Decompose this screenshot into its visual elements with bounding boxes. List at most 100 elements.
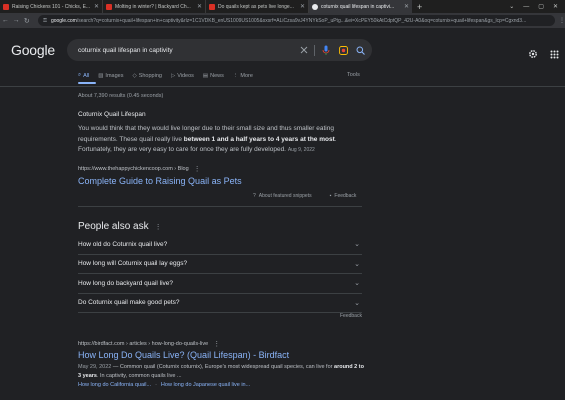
sitelink[interactable]: How long do Japanese quail live in... <box>161 382 250 388</box>
header-actions <box>528 46 559 64</box>
chevron-down-icon: ⌄ <box>354 260 360 268</box>
tab-more[interactable]: ⋮ More <box>233 73 253 79</box>
search-icon[interactable] <box>354 44 366 56</box>
featured-snippet-title: Coturnix Quail Lifespan <box>78 111 146 118</box>
more-vert-icon: ⋮ <box>232 72 239 79</box>
snippet-text: . In captivity, common quails live ... <box>96 373 182 379</box>
extensions-icon[interactable]: ⋮ <box>559 17 565 24</box>
google-favicon-icon <box>312 3 318 10</box>
paa-question[interactable]: Do Coturnix quail make good pets? ⌄ <box>78 294 362 313</box>
chevron-down-icon: ⌄ <box>354 280 360 288</box>
google-header: Google coturnix quail lifespan in captiv… <box>0 28 565 74</box>
lock-icon: ⚿ <box>43 17 47 24</box>
feedback-label: Feedback <box>334 193 357 199</box>
tab-label: News <box>210 72 224 79</box>
help-icon: ? <box>253 193 256 199</box>
feedback-icon: ▪ <box>329 193 332 199</box>
tab-label: More <box>240 72 253 79</box>
chevron-down-icon: ⌄ <box>354 241 360 249</box>
minimize-icon[interactable]: — <box>523 4 529 10</box>
browser-tab[interactable]: Raising Chickens 101 - Chicks, E... ✕ <box>0 0 103 13</box>
tab-all[interactable]: ⌕ All <box>78 72 89 79</box>
active-tab-indicator <box>78 82 96 84</box>
sitelink-separator: · <box>155 382 157 388</box>
snippet-footer: ? About featured snippets ▪ Feedback <box>253 193 356 199</box>
url-text: https://www.thehappychickencoop.com › Bl… <box>78 166 189 172</box>
tag-icon: ◇ <box>132 72 137 79</box>
browser-tab-active[interactable]: coturnix quail lifespan in captivi... ✕ <box>309 0 412 13</box>
about-label: About featured snippets <box>258 193 312 199</box>
window-close-icon[interactable]: ✕ <box>553 3 558 10</box>
people-also-ask-list: How old do Coturnix quail live? ⌄ How lo… <box>78 235 362 313</box>
tab-videos[interactable]: ▷ Videos <box>171 73 194 79</box>
paa-question-text: How old do Coturnix quail live? <box>78 240 168 248</box>
favicon-icon <box>209 3 215 10</box>
paa-question-text: How long do backyard quail live? <box>78 279 174 287</box>
url-path: /search?q=coturnix+quail+lifespan+in+cap… <box>76 17 527 24</box>
tools-button[interactable]: Tools <box>347 72 360 78</box>
result-snippet: May 29, 2022 — Common quail (Coturnix co… <box>78 363 368 381</box>
paa-question[interactable]: How long will Coturnix quail lay eggs? ⌄ <box>78 255 362 274</box>
more-options-icon[interactable]: ⋮ <box>194 165 201 173</box>
sitelink[interactable]: How long do California quail... <box>78 382 151 388</box>
browser-tab[interactable]: Do quails kept as pets live longe... ✕ <box>206 0 309 13</box>
tab-shopping[interactable]: ◇ Shopping <box>132 73 161 79</box>
maximize-icon[interactable]: ▢ <box>538 3 544 10</box>
favicon-icon <box>106 3 112 10</box>
more-options-icon[interactable]: ⋮ <box>213 340 220 348</box>
paa-feedback-link[interactable]: Feedback <box>340 313 362 319</box>
reload-icon[interactable]: ↻ <box>21 17 32 25</box>
tab-images[interactable]: ▨ Images <box>98 73 123 79</box>
about-featured-snippets[interactable]: ? About featured snippets <box>253 193 312 199</box>
lens-icon[interactable] <box>337 44 349 56</box>
result-sitelinks: How long do California quail... · How lo… <box>78 382 250 388</box>
tab-label: All <box>83 72 90 79</box>
search-box[interactable]: coturnix quail lifespan in captivity <box>67 39 372 61</box>
url-text: https://birdfact.com › articles › how-lo… <box>78 341 209 347</box>
address-bar[interactable]: ⚿ google.com /search?q=coturnix+quail+li… <box>38 15 555 26</box>
clear-icon[interactable] <box>298 44 310 56</box>
snippet-text: — Common quail (Coturnix coturnix), Euro… <box>111 364 335 370</box>
search-icon: ⌕ <box>78 72 82 78</box>
featured-snippet-link[interactable]: Complete Guide to Raising Quail as Pets <box>78 176 242 186</box>
google-logo[interactable]: Google <box>11 42 55 58</box>
news-icon: ▤ <box>202 72 209 79</box>
new-tab-button[interactable]: + <box>412 0 427 13</box>
url-host: google.com <box>50 17 77 24</box>
search-nav: ⌕ All ▨ Images ◇ Shopping ▷ Videos ▤ News ⋮ Mo… <box>78 72 253 79</box>
browser-tab-title: Do quails kept as pets live longe... <box>218 3 294 10</box>
paa-question-text: Do Coturnix quail make good pets? <box>78 299 180 307</box>
close-icon[interactable]: ✕ <box>197 3 202 10</box>
close-icon[interactable]: ✕ <box>300 3 305 10</box>
feedback-link[interactable]: ▪ Feedback <box>330 193 357 199</box>
paa-question[interactable]: How old do Coturnix quail live? ⌄ <box>78 235 362 255</box>
tab-label: Shopping <box>138 72 162 79</box>
more-options-icon[interactable]: ⋮ <box>155 223 162 231</box>
browser-tab-title: Molting in winter? | Backyard Ch... <box>115 3 191 10</box>
apps-grid-icon[interactable] <box>550 46 559 64</box>
back-icon[interactable]: ← <box>0 17 11 24</box>
close-icon[interactable]: ✕ <box>94 3 99 10</box>
favicon-icon <box>3 3 9 10</box>
chevron-down-icon: ⌄ <box>354 299 360 307</box>
browser-tab-bar: Raising Chickens 101 - Chicks, E... ✕ Mo… <box>0 0 565 13</box>
paa-question[interactable]: How long do backyard quail live? ⌄ <box>78 274 362 294</box>
snippet-date: Aug 9, 2022 <box>287 147 315 153</box>
snippet-highlight: between 1 and a half years to 4 years at… <box>183 135 335 143</box>
tab-news[interactable]: ▤ News <box>203 73 224 79</box>
browser-tab[interactable]: Molting in winter? | Backyard Ch... ✕ <box>103 0 206 13</box>
result-title-link[interactable]: How Long Do Quails Live? (Quail Lifespan… <box>78 350 289 360</box>
people-also-ask-title: People also ask ⋮ <box>78 221 162 232</box>
search-input[interactable]: coturnix quail lifespan in captivity <box>78 47 293 54</box>
tab-label: Images <box>105 72 124 79</box>
microphone-icon[interactable] <box>320 44 332 56</box>
browser-tab-title: Raising Chickens 101 - Chicks, E... <box>12 3 91 10</box>
settings-gear-icon[interactable] <box>528 46 538 64</box>
close-icon[interactable]: ✕ <box>404 3 409 10</box>
tab-search-icon[interactable]: ⌄ <box>509 3 514 10</box>
paa-question-text: How long will Coturnix quail lay eggs? <box>78 260 188 268</box>
forward-icon[interactable]: → <box>11 17 22 24</box>
search-divider <box>314 44 315 56</box>
video-icon: ▷ <box>170 72 176 79</box>
featured-snippet-text: You would think that they would live lon… <box>78 124 368 156</box>
